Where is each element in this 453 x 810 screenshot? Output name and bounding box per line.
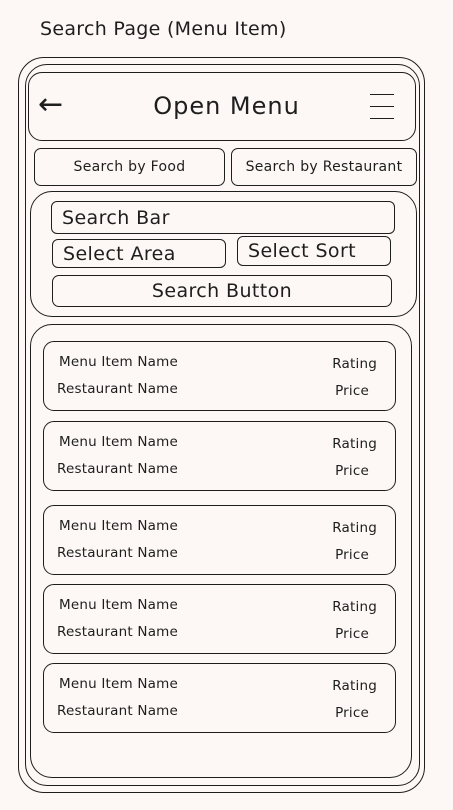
rating: Rating xyxy=(332,356,377,372)
result-card[interactable]: Menu Item Name Restaurant Name Rating Pr… xyxy=(43,505,396,575)
result-card[interactable]: Menu Item Name Restaurant Name Rating Pr… xyxy=(43,421,396,491)
menu-item-name: Menu Item Name xyxy=(59,518,179,534)
price: Price xyxy=(335,626,369,642)
result-card[interactable]: Menu Item Name Restaurant Name Rating Pr… xyxy=(43,341,396,411)
rating: Rating xyxy=(332,599,377,615)
price: Price xyxy=(335,547,369,563)
price: Price xyxy=(335,463,369,479)
search-button[interactable]: Search Button xyxy=(52,275,392,307)
restaurant-name: Restaurant Name xyxy=(57,381,179,397)
search-input[interactable]: Search Bar xyxy=(51,201,395,234)
restaurant-name: Restaurant Name xyxy=(57,545,179,561)
price: Price xyxy=(335,705,369,721)
tab-search-by-food[interactable]: Search by Food xyxy=(34,148,225,186)
restaurant-name: Restaurant Name xyxy=(57,703,179,719)
select-sort-dropdown[interactable]: Select Sort xyxy=(237,236,391,266)
result-card[interactable]: Menu Item Name Restaurant Name Rating Pr… xyxy=(43,663,396,733)
result-card[interactable]: Menu Item Name Restaurant Name Rating Pr… xyxy=(43,584,396,654)
menu-item-name: Menu Item Name xyxy=(59,434,179,450)
menu-item-name: Menu Item Name xyxy=(59,676,179,692)
select-area-dropdown[interactable]: Select Area xyxy=(52,239,226,268)
restaurant-name: Restaurant Name xyxy=(57,461,179,477)
page-caption: Search Page (Menu Item) xyxy=(40,18,287,40)
menu-item-name: Menu Item Name xyxy=(59,597,179,613)
rating: Rating xyxy=(332,678,377,694)
price: Price xyxy=(335,383,369,399)
rating: Rating xyxy=(332,520,377,536)
menu-item-name: Menu Item Name xyxy=(59,354,179,370)
restaurant-name: Restaurant Name xyxy=(57,624,179,640)
tab-search-by-restaurant[interactable]: Search by Restaurant xyxy=(231,148,417,186)
hamburger-menu-icon[interactable] xyxy=(370,93,396,121)
rating: Rating xyxy=(332,436,377,452)
